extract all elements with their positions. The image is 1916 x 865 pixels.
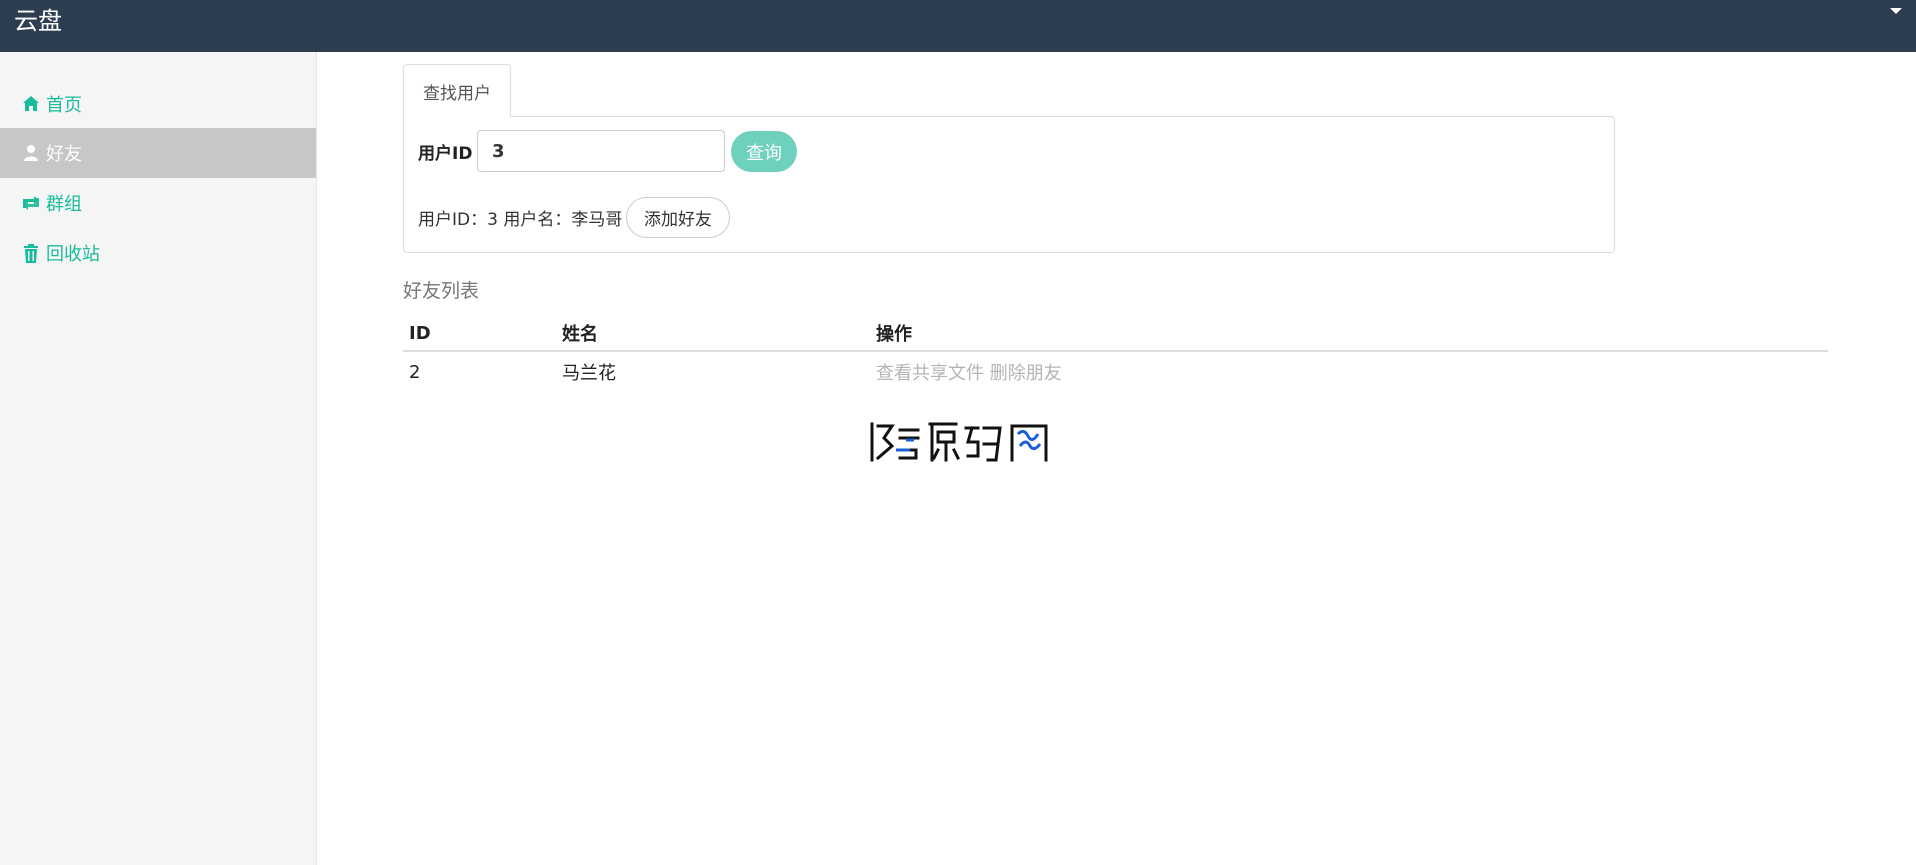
- tab-find-user[interactable]: 查找用户: [403, 64, 511, 117]
- query-button[interactable]: 查询: [731, 131, 797, 172]
- user-id-input[interactable]: [477, 130, 725, 172]
- add-friend-button[interactable]: 添加好友: [626, 197, 730, 238]
- sidebar: 首页 好友 群组 回收站: [0, 52, 317, 865]
- caret-down-icon[interactable]: [1890, 8, 1902, 14]
- column-header-name: 姓名: [556, 316, 870, 352]
- sidebar-item-groups[interactable]: 群组: [0, 178, 316, 228]
- search-result-text: 用户ID：3 用户名：李马哥: [418, 210, 623, 230]
- sidebar-item-home[interactable]: 首页: [0, 79, 316, 129]
- delete-friend-link[interactable]: 删除朋友: [990, 363, 1062, 384]
- sidebar-item-label: 好友: [46, 144, 82, 165]
- watermark-logo: [870, 422, 1048, 462]
- friend-table: ID 姓名 操作 2 马兰花 查看共享文件 删除朋友: [403, 316, 1828, 392]
- table-row: 2 马兰花 查看共享文件 删除朋友: [403, 351, 1828, 392]
- view-shared-files-link[interactable]: 查看共享文件: [876, 363, 984, 384]
- sidebar-item-friends[interactable]: 好友: [0, 128, 316, 178]
- brand-title[interactable]: 云盘: [14, 4, 62, 38]
- trash-icon: [20, 242, 42, 264]
- find-user-panel: 用户ID 查询 用户ID：3 用户名：李马哥 添加好友: [403, 116, 1615, 253]
- column-header-actions: 操作: [870, 316, 1828, 352]
- home-icon: [20, 93, 42, 115]
- sidebar-item-label: 回收站: [46, 244, 100, 265]
- user-icon: [20, 142, 42, 164]
- user-id-label: 用户ID: [418, 144, 473, 164]
- friend-name-cell: 马兰花: [562, 363, 616, 384]
- friend-list-title: 好友列表: [403, 280, 480, 302]
- friend-actions-cell: 查看共享文件 删除朋友: [870, 351, 1828, 392]
- sidebar-item-label: 群组: [46, 194, 82, 215]
- sidebar-item-label: 首页: [46, 95, 82, 116]
- friend-id-cell: 2: [409, 361, 421, 383]
- top-navbar: 云盘: [0, 0, 1916, 52]
- table-header-row: ID 姓名 操作: [403, 316, 1828, 352]
- sidebar-item-recycle-bin[interactable]: 回收站: [0, 228, 316, 278]
- column-header-id: ID: [403, 316, 556, 352]
- retweet-icon: [20, 192, 42, 214]
